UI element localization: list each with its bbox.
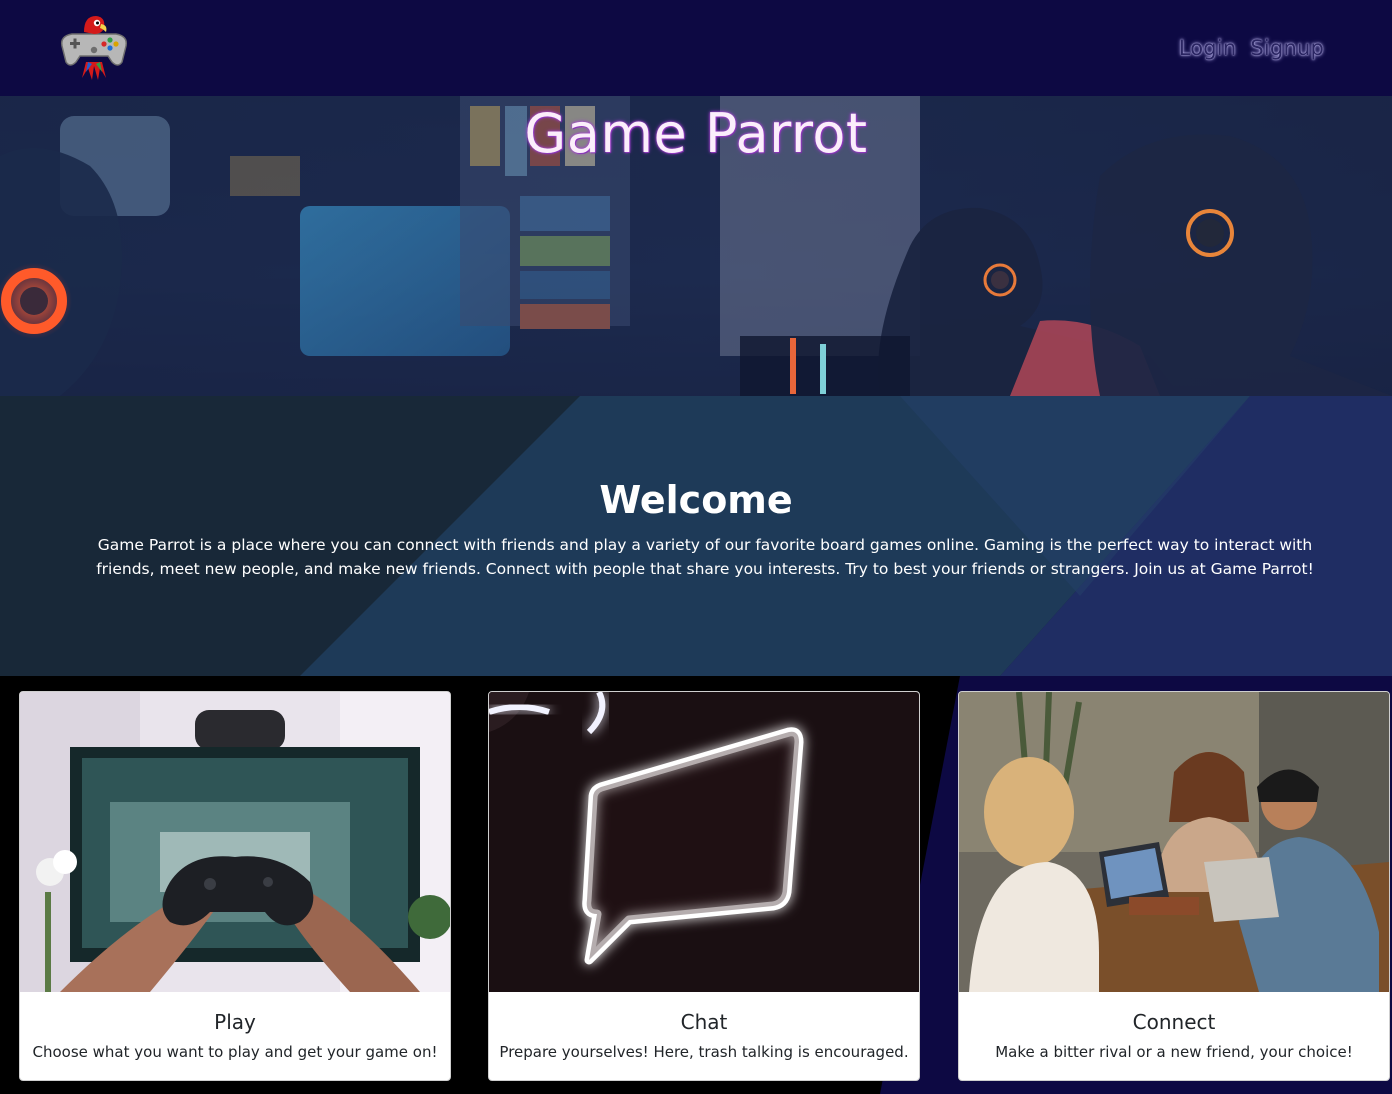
card-connect[interactable]: Connect Make a bitter rival or a new fri…: [958, 691, 1390, 1081]
page: Login Signup Game Parrot Welcome Game Pa…: [0, 0, 1392, 1094]
nav-links: Login Signup: [1179, 36, 1324, 60]
neon-chat-bubble-photo: [489, 692, 919, 992]
card-text-chat: Prepare yourselves! Here, trash talking …: [499, 1043, 909, 1061]
card-title-connect: Connect: [1132, 1010, 1216, 1034]
site-title: Game Parrot: [524, 102, 868, 165]
card-text-play: Choose what you want to play and get you…: [32, 1043, 438, 1061]
parrot-controller-logo-icon[interactable]: [54, 12, 134, 82]
gaming-controller-photo: [20, 692, 450, 992]
card-text-connect: Make a bitter rival or a new friend, you…: [995, 1043, 1353, 1061]
features-section: Play Choose what you want to play and ge…: [0, 676, 1392, 1094]
welcome-section: Welcome Game Parrot is a place where you…: [0, 396, 1392, 676]
card-chat[interactable]: Chat Prepare yourselves! Here, trash tal…: [488, 691, 920, 1081]
welcome-heading: Welcome: [599, 478, 793, 522]
login-link[interactable]: Login: [1179, 36, 1237, 60]
hero-banner: Game Parrot: [0, 96, 1392, 396]
card-title-play: Play: [214, 1010, 256, 1034]
welcome-description: Game Parrot is a place where you can con…: [96, 536, 1314, 578]
card-title-chat: Chat: [680, 1010, 728, 1034]
friends-at-table-photo: [959, 692, 1389, 992]
signup-link[interactable]: Signup: [1250, 36, 1324, 60]
navbar: Login Signup: [0, 0, 1392, 96]
card-play[interactable]: Play Choose what you want to play and ge…: [19, 691, 451, 1081]
